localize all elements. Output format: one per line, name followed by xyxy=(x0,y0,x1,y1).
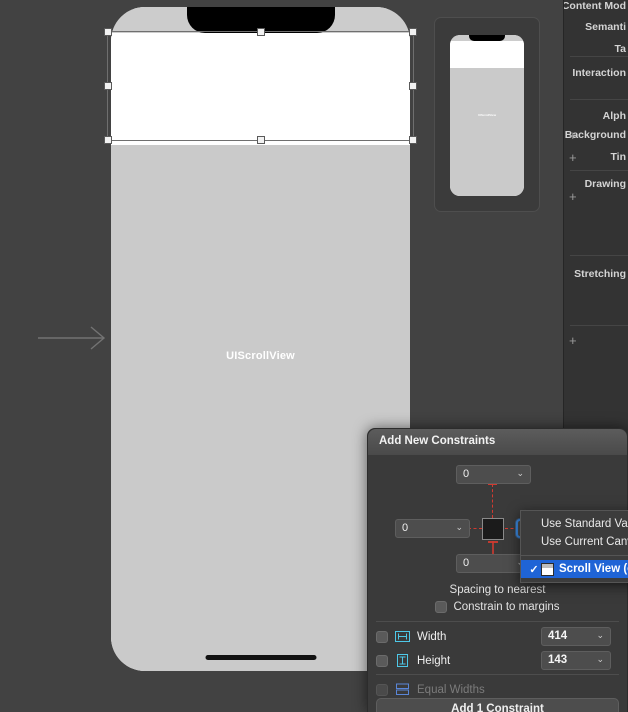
inspector-separator xyxy=(570,255,628,256)
inspector-row-alpha: Alph xyxy=(602,110,626,122)
menu-item-use-standard-value[interactable]: Use Standard Value xyxy=(521,515,628,533)
height-constraint-icon xyxy=(397,654,408,667)
inspector-separator xyxy=(570,99,628,100)
constraint-target-box xyxy=(482,518,504,540)
trailing-spacing-dropdown-menu[interactable]: Use Standard Value Use Current Canvas Va… xyxy=(520,510,628,583)
height-value: 143 xyxy=(548,654,568,666)
menu-divider xyxy=(521,555,628,556)
add-tint-button[interactable]: + xyxy=(569,151,577,164)
inspector-separator xyxy=(570,170,628,171)
top-spacing-dropdown[interactable]: 0 ⌄ xyxy=(456,465,531,484)
popover-title: Add New Constraints xyxy=(379,435,496,447)
width-constraint-row[interactable]: Width 414 ⌄ xyxy=(376,626,619,647)
resize-handle-top-right[interactable] xyxy=(409,28,417,36)
popover-divider xyxy=(376,621,619,622)
height-constraint-row[interactable]: Height 143 ⌄ xyxy=(376,650,619,671)
checkmark-icon: ✓ xyxy=(529,563,539,576)
home-indicator xyxy=(205,655,316,660)
inspector-row-tint: Tin xyxy=(610,151,626,163)
height-value-dropdown[interactable]: 143 ⌄ xyxy=(541,651,611,670)
width-checkbox[interactable] xyxy=(376,630,388,643)
preview-white-view xyxy=(450,41,524,68)
constraint-line-top xyxy=(492,484,493,518)
equal-widths-icon xyxy=(396,683,409,695)
constraint-line-left xyxy=(468,528,482,529)
arrow-right-icon xyxy=(38,326,106,350)
width-label: Width xyxy=(417,630,447,643)
add-background-button[interactable]: + xyxy=(569,129,577,142)
device-canvas-iphone[interactable]: UIScrollView xyxy=(111,7,410,671)
top-spacing-value: 0 xyxy=(463,468,470,480)
equal-widths-row: Equal Widths xyxy=(376,679,619,700)
inspector-row-interaction: Interaction xyxy=(572,67,626,79)
width-constraint-icon xyxy=(395,631,410,642)
constrain-to-margins-row[interactable]: Constrain to margins xyxy=(368,601,627,613)
equal-widths-checkbox xyxy=(376,683,388,696)
uiscrollview-body[interactable]: UIScrollView xyxy=(111,145,410,671)
width-value-dropdown[interactable]: 414 ⌄ xyxy=(541,627,611,646)
width-value: 414 xyxy=(548,630,568,642)
menu-item-scroll-view[interactable]: ✓ Scroll View (current distance = 0) xyxy=(521,560,628,578)
add-drawing-button[interactable]: + xyxy=(569,190,577,203)
add-stretching-button[interactable]: + xyxy=(569,334,577,347)
selected-white-view[interactable] xyxy=(111,33,410,145)
bottom-spacing-value: 0 xyxy=(463,557,470,569)
inspector-row-stretching: Stretching xyxy=(574,268,626,280)
device-preview-phone: UIScrollView xyxy=(450,35,524,196)
scroll-view-thumbnail-icon xyxy=(541,562,554,576)
inspector-separator xyxy=(570,325,628,326)
resize-handle-bottom-right[interactable] xyxy=(409,136,417,144)
leading-spacing-value: 0 xyxy=(402,522,409,534)
chevron-down-icon: ⌄ xyxy=(516,468,524,478)
popover-title-bar: Add New Constraints xyxy=(368,429,627,455)
constrain-to-margins-checkbox[interactable] xyxy=(435,601,448,613)
height-label: Height xyxy=(417,654,451,667)
inspector-separator xyxy=(570,56,628,57)
height-checkbox[interactable] xyxy=(376,654,388,667)
xcode-interface-builder-window: UIScrollView UIScrollView Content Mod Se… xyxy=(0,0,628,712)
constrain-to-margins-label: Constrain to margins xyxy=(453,601,560,613)
device-notch xyxy=(186,7,335,33)
device-preview-panel[interactable]: UIScrollView xyxy=(434,17,540,212)
menu-item-label: Use Current Canvas Va xyxy=(541,536,628,548)
add-constraint-button[interactable]: Add 1 Constraint xyxy=(376,698,619,712)
menu-item-label: Scroll View (current distance = 0) xyxy=(559,563,628,575)
uiscrollview-label: UIScrollView xyxy=(226,350,295,362)
popover-divider xyxy=(376,674,619,675)
preview-scrollview-label: UIScrollView xyxy=(477,113,497,117)
menu-item-label: Use Standard Value xyxy=(541,518,628,530)
inspector-row-content-mode: Content Mod xyxy=(563,0,626,12)
chevron-down-icon: ⌄ xyxy=(455,522,463,532)
resize-handle-middle-right[interactable] xyxy=(409,82,417,90)
spacing-to-nearest-label: Spacing to nearest xyxy=(449,584,546,596)
equal-widths-label: Equal Widths xyxy=(417,683,485,696)
preview-scrollview: UIScrollView xyxy=(450,68,524,196)
chevron-down-icon: ⌄ xyxy=(596,630,604,640)
inspector-row-semantic: Semanti xyxy=(585,21,626,33)
constraint-cap-top xyxy=(488,484,497,485)
inspector-row-drawing: Drawing xyxy=(584,178,626,190)
chevron-down-icon: ⌄ xyxy=(596,654,604,664)
inspector-row-tag: Ta xyxy=(614,43,626,55)
leading-spacing-dropdown[interactable]: 0 ⌄ xyxy=(395,519,470,538)
menu-item-use-current-canvas-value[interactable]: Use Current Canvas Va xyxy=(521,533,628,551)
